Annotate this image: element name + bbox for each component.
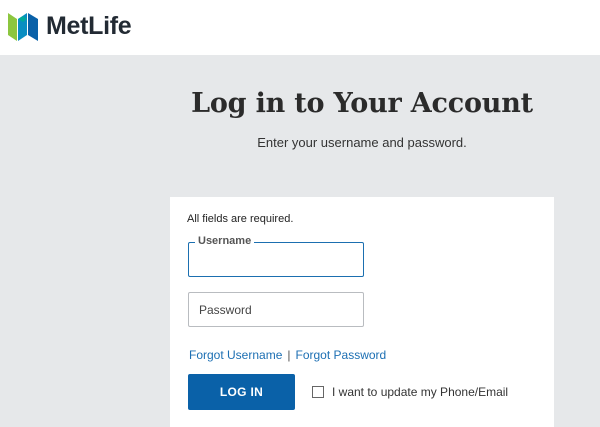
- update-contact-row[interactable]: I want to update my Phone/Email: [312, 385, 508, 399]
- brand-name: MetLife: [46, 11, 132, 40]
- password-field-wrapper: [188, 292, 364, 327]
- site-header: MetLife: [0, 0, 600, 55]
- forgot-password-link[interactable]: Forgot Password: [296, 348, 387, 362]
- login-button[interactable]: LOG IN: [188, 374, 295, 410]
- password-input[interactable]: [189, 293, 363, 326]
- metlife-logo[interactable]: MetLife: [8, 11, 132, 41]
- link-separator: |: [287, 348, 291, 362]
- metlife-logo-icon: [8, 13, 38, 41]
- login-card: All fields are required. Username Forgot…: [170, 197, 554, 427]
- forgot-username-link[interactable]: Forgot Username: [189, 348, 282, 362]
- forgot-links: Forgot Username | Forgot Password: [189, 348, 386, 362]
- page-title: Log in to Your Account: [191, 88, 533, 119]
- username-field-wrapper: Username: [188, 235, 364, 277]
- update-contact-label[interactable]: I want to update my Phone/Email: [332, 385, 508, 399]
- required-note: All fields are required.: [187, 213, 294, 225]
- page-subtitle: Enter your username and password.: [257, 135, 467, 150]
- update-contact-checkbox[interactable]: [312, 386, 324, 398]
- username-input[interactable]: [189, 243, 363, 276]
